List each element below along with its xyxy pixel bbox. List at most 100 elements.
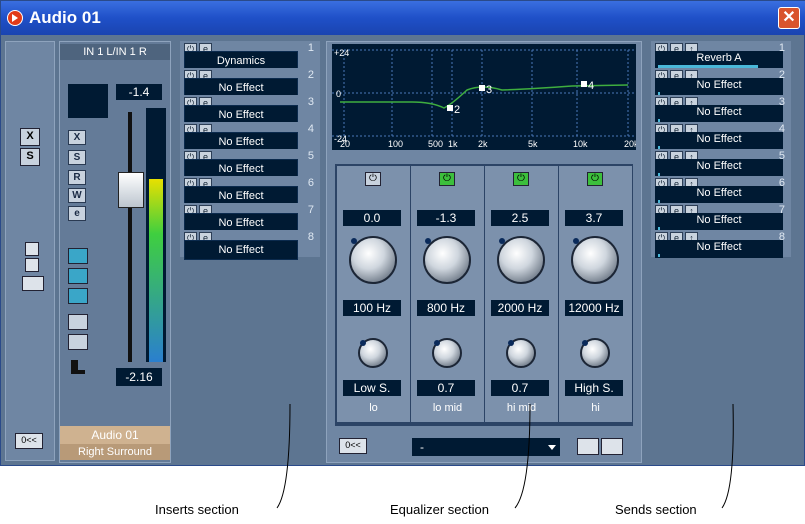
channel-button-5[interactable]: e [68,206,86,221]
eq-freq-value[interactable]: 100 Hz [343,300,401,316]
eq-q-value[interactable]: 0.7 [417,380,475,396]
insert-slot-number: 5 [307,150,314,162]
eq-band-lo-mid: ⏻ -1.3 800 Hz 0.7 lo mid [411,166,484,422]
eq-preset-select[interactable]: - [412,438,560,456]
power-icon[interactable]: ⏻ [439,172,455,186]
eq-footer-button[interactable]: 0<< [339,438,367,454]
monitor-button[interactable] [68,314,88,330]
store-preset-icon[interactable] [577,438,599,455]
eq-band-label: hi [591,402,600,414]
eq-band-panel: ⏻ 0.0 100 Hz Low S. lo ⏻ -1.3 800 Hz 0.7 lo mid ⏻ 2… [335,164,633,426]
close-button[interactable]: ✕ [778,7,800,29]
insert-slot-number: 1 [307,42,314,54]
fader-cap[interactable] [118,172,144,208]
send-destination-name: No Effect [696,133,742,145]
send-destination-name: No Effect [696,160,742,172]
power-icon[interactable]: ⏻ [513,172,529,186]
remove-preset-icon[interactable] [601,438,623,455]
eq-band-label: hi mid [506,402,537,414]
solo-all-button[interactable]: S [20,148,40,166]
gain-knob[interactable] [497,236,545,284]
eq-q-value[interactable]: Low S. [343,380,401,396]
insert-effect-select[interactable]: No Effect [184,240,298,260]
eq-band-hi-mid: ⏻ 2.5 2000 Hz 0.7 hi mid [485,166,558,422]
insert-slot: ⏻ e 4 No Effect [180,122,320,152]
send-destination-name: No Effect [696,79,742,91]
insert-slot: ⏻ e 8 No Effect [180,230,320,260]
paste-icon[interactable] [25,258,39,272]
send-bypass-button[interactable] [68,288,88,304]
power-icon[interactable]: ⏻ [587,172,603,186]
app-icon [7,10,23,26]
eq-handle[interactable] [447,105,453,111]
top-level-display[interactable]: -1.4 [116,84,162,100]
send-destination-select[interactable]: No Effect [655,105,783,123]
eq-bypass-button[interactable] [68,268,88,284]
send-destination-select[interactable]: No Effect [655,132,783,150]
x-tick-label: 20k [624,139,636,149]
q-knob[interactable] [432,338,462,368]
eq-gain-value[interactable]: 0.0 [343,210,401,226]
send-destination-select[interactable]: No Effect [655,240,783,258]
eq-gain-value[interactable]: -1.3 [417,210,475,226]
send-destination-select[interactable]: Reverb A [655,51,783,69]
eq-freq-value[interactable]: 2000 Hz [491,300,549,316]
eq-handle[interactable] [581,81,587,87]
send-destination-name: Reverb A [696,52,742,64]
gain-knob[interactable] [349,236,397,284]
title-bar[interactable]: Audio 01 ✕ [1,1,805,35]
eq-band-hi: ⏻ 3.7 12000 Hz High S. hi [559,166,632,422]
lock-button[interactable] [68,334,88,350]
send-destination-select[interactable]: No Effect [655,159,783,177]
eq-freq-value[interactable]: 12000 Hz [565,300,623,316]
channel-button-2[interactable]: S [68,150,86,165]
window-title: Audio 01 [29,8,101,27]
eq-q-value[interactable]: 0.7 [491,380,549,396]
output-routing[interactable]: Right Surround [60,444,170,460]
gain-knob[interactable] [571,236,619,284]
eq-gain-value[interactable]: 2.5 [491,210,549,226]
sends-section: ⏻ e ↑ 1 Reverb A ⏻ e ↑ 2 No Effect ⏻ e ↑ 3 No Effect ⏻ e… [651,41,791,461]
input-routing-label[interactable]: IN 1 L/IN 1 R [60,44,170,60]
send-destination-name: No Effect [696,241,742,253]
insert-slot: ⏻ e 7 No Effect [180,203,320,233]
channel-button-3[interactable]: R [68,170,86,185]
send-destination-select[interactable]: No Effect [655,78,783,96]
send-destination-name: No Effect [696,214,742,226]
x-tick-label: 500 [428,139,443,149]
insert-slot-number: 6 [307,177,314,189]
eq-band-label: lo mid [432,402,463,414]
send-slot: ⏻ e ↑ 8 No Effect [651,230,791,258]
insert-bypass-button[interactable] [68,248,88,264]
fader-level-display[interactable]: -2.16 [116,368,162,386]
send-slot: ⏻ e ↑ 1 Reverb A [651,41,791,69]
folder-icon[interactable] [71,360,85,374]
q-knob[interactable] [358,338,388,368]
q-knob[interactable] [506,338,536,368]
channel-button-4[interactable]: W [68,188,86,203]
eq-q-value[interactable]: High S. [565,380,623,396]
left-tool-strip: X S 0<< [5,41,55,461]
gain-knob[interactable] [423,236,471,284]
view-menu-icon[interactable] [22,276,44,291]
copy-icon[interactable] [25,242,39,256]
channel-button-1[interactable]: X [68,130,86,145]
mute-all-button[interactable]: X [20,128,40,146]
power-icon[interactable]: ⏻ [365,172,381,186]
send-destination-select[interactable]: No Effect [655,186,783,204]
channel-name[interactable]: Audio 01 [60,426,170,444]
insert-slot: ⏻ e 5 No Effect [180,149,320,179]
eq-gain-value[interactable]: 3.7 [565,210,623,226]
eq-handle[interactable] [479,85,485,91]
left-footer-button[interactable]: 0<< [15,433,43,449]
send-slot: ⏻ e ↑ 6 No Effect [651,176,791,204]
eq-band-lo: ⏻ 0.0 100 Hz Low S. lo [337,166,410,422]
send-destination-select[interactable]: No Effect [655,213,783,231]
send-slot: ⏻ e ↑ 5 No Effect [651,149,791,177]
send-level-bar[interactable] [658,254,661,257]
eq-freq-value[interactable]: 800 Hz [417,300,475,316]
eq-preset-value: - [420,440,424,454]
insert-slot-number: 3 [307,96,314,108]
q-knob[interactable] [580,338,610,368]
eq-graph[interactable]: 201005001k2k5k10k20k+240-24234 [332,44,639,150]
